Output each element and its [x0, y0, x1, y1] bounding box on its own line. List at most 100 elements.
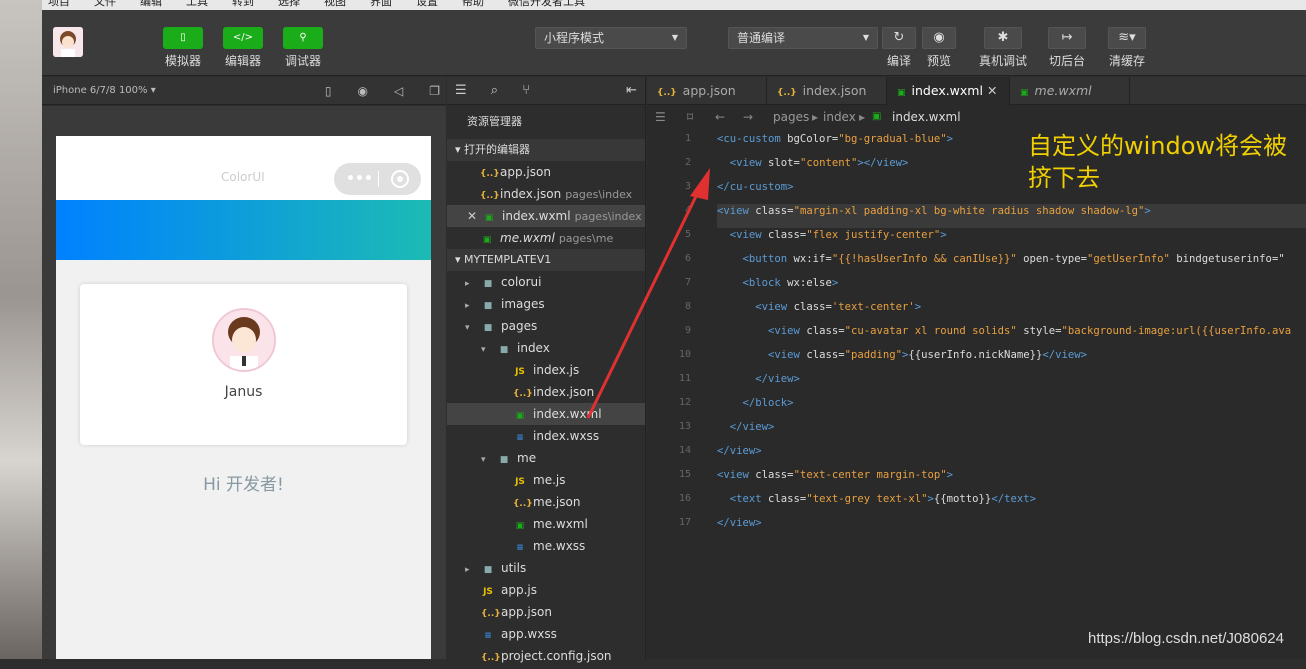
close-miniprogram-icon[interactable]: [391, 170, 409, 188]
tree-item[interactable]: {..}app.json: [447, 601, 645, 623]
editor-tab[interactable]: ▣ me.wxml: [1010, 77, 1130, 105]
wxml-file-icon: ▣: [484, 213, 494, 223]
caret-icon[interactable]: ▸: [465, 273, 481, 295]
user-avatar[interactable]: [53, 27, 83, 57]
caret-icon[interactable]: ▾: [465, 317, 481, 339]
tree-item[interactable]: {..}me.json: [447, 491, 645, 513]
device-select[interactable]: iPhone 6/7/8 100% ▾: [53, 85, 156, 96]
code-line: <view class="margin-xl padding-xl bg-whi…: [717, 205, 1151, 217]
menu-item[interactable]: 帮助: [462, 0, 484, 8]
debugger-button[interactable]: ⚲ 调试器: [283, 27, 323, 69]
search-icon[interactable]: ⌕: [491, 83, 498, 98]
code-line: </cu-custom>: [717, 181, 794, 193]
open-editor-item[interactable]: ✕ ▣ index.wxml pages\index: [447, 205, 645, 227]
editor-tab[interactable]: {..} app.json: [647, 77, 767, 105]
compile-mode-select[interactable]: 普通编译 ▼: [728, 27, 878, 49]
code-line: <cu-custom bgColor="bg-gradual-blue">: [717, 133, 953, 145]
back-icon[interactable]: ←: [715, 105, 725, 129]
code-line: <view class="padding">{{userInfo.nickNam…: [717, 349, 1087, 361]
code-token: >: [946, 469, 954, 481]
bookmark-icon[interactable]: ⌑: [687, 105, 693, 129]
js-file-icon: JS: [515, 477, 525, 487]
capsule-menu[interactable]: •••: [334, 163, 421, 195]
caret-icon[interactable]: ▸: [465, 559, 481, 581]
outline-icon[interactable]: ☰: [655, 105, 666, 129]
tree-item[interactable]: ▾ ■ me: [447, 447, 645, 469]
clear-cache-button[interactable]: ≋▾ 清缓存: [1105, 27, 1149, 69]
menu-item[interactable]: 视图: [324, 0, 346, 8]
menu-item[interactable]: 设置: [416, 0, 438, 8]
more-icon[interactable]: •••: [346, 163, 373, 195]
tree-item[interactable]: ▣ index.wxml: [447, 403, 645, 425]
volume-icon[interactable]: ◁: [394, 84, 403, 98]
caret-icon[interactable]: ▾: [481, 449, 497, 471]
json-file-icon: {..}: [777, 88, 797, 98]
file-name: utils: [501, 561, 527, 575]
editor-button[interactable]: </> 编辑器: [223, 27, 263, 69]
mode-select[interactable]: 小程序模式 ▼: [535, 27, 687, 49]
menu-item[interactable]: 文件: [94, 0, 116, 8]
remote-debug-label: 真机调试: [979, 54, 1028, 68]
tree-item[interactable]: ▣ me.wxml: [447, 513, 645, 535]
tree-item[interactable]: JS me.js: [447, 469, 645, 491]
open-editor-item[interactable]: {..}index.json pages\index: [447, 183, 645, 205]
close-icon[interactable]: ✕: [467, 205, 477, 227]
code-area[interactable]: 1 <cu-custom bgColor="bg-gradual-blue"> 2 …: [647, 129, 1306, 659]
git-branch-icon[interactable]: ⑂: [522, 83, 530, 98]
breadcrumb-item[interactable]: index.wxml: [892, 105, 961, 129]
background-button[interactable]: ↦ 切后台: [1045, 27, 1089, 69]
tree-item[interactable]: ≡ index.wxss: [447, 425, 645, 447]
window-icon[interactable]: ❐: [429, 84, 440, 98]
tree-item[interactable]: ▸ ■ images: [447, 293, 645, 315]
simulator-button[interactable]: ▯ 模拟器: [163, 27, 203, 69]
close-icon[interactable]: ✕: [983, 83, 997, 98]
breadcrumb-item[interactable]: index: [823, 105, 856, 129]
code-token: >: [940, 229, 947, 241]
forward-icon[interactable]: →: [743, 105, 753, 129]
tree-item[interactable]: {..}project.config.json: [447, 645, 645, 667]
wxml-file-icon: ▣: [515, 521, 525, 531]
project-header[interactable]: ▾ MYTEMPLATEV1: [447, 249, 645, 271]
caret-icon[interactable]: ▾: [481, 339, 497, 361]
code-line: </view>: [717, 373, 800, 385]
simulator-area: ColorUI ••• Janus Hi 开发者!: [42, 106, 446, 659]
tree-item[interactable]: JS app.js: [447, 579, 645, 601]
json-file-icon: {..}: [657, 88, 677, 98]
tree-item[interactable]: ▾ ■ index: [447, 337, 645, 359]
tree-item[interactable]: ≡ me.wxss: [447, 535, 645, 557]
menu-item[interactable]: 选择: [278, 0, 300, 8]
preview-button[interactable]: ◉ 预览: [922, 27, 956, 69]
record-icon[interactable]: ◉: [358, 84, 368, 98]
rotate-icon[interactable]: ▯: [325, 84, 332, 98]
simulator-label: 模拟器: [164, 54, 201, 68]
tree-item[interactable]: {..}index.json: [447, 381, 645, 403]
open-editors-header[interactable]: ▾ 打开的编辑器: [447, 139, 645, 161]
tree-item[interactable]: ▸ ■ utils: [447, 557, 645, 579]
menu-item[interactable]: 编辑: [140, 0, 162, 8]
open-editor-item[interactable]: ▣ me.wxml pages\me: [447, 227, 645, 249]
compile-button[interactable]: ↻ 编译: [882, 27, 916, 69]
breadcrumb-item[interactable]: pages: [773, 105, 809, 129]
tree-item[interactable]: JS index.js: [447, 359, 645, 381]
line-number: 11: [678, 373, 691, 384]
remote-debug-button[interactable]: ✱ 真机调试: [979, 27, 1027, 69]
menu-item[interactable]: 项目: [48, 0, 70, 8]
open-editor-item[interactable]: {..}app.json: [447, 161, 645, 183]
menu-item[interactable]: 工具: [186, 0, 208, 8]
tree-item[interactable]: ≡ app.wxss: [447, 623, 645, 645]
code-line: <block wx:else>: [717, 277, 839, 289]
tree-item[interactable]: ▾ ■ pages: [447, 315, 645, 337]
tree-item[interactable]: ▸ ■ colorui: [447, 271, 645, 293]
file-name: index.wxml: [502, 209, 571, 223]
menu-item[interactable]: 转到: [232, 0, 254, 8]
editor-tab[interactable]: {..} index.json: [767, 77, 887, 105]
code-line: <view class="flex justify-center">: [717, 229, 947, 241]
list-icon[interactable]: ☰: [455, 83, 467, 98]
motto-text: Hi 开发者!: [203, 475, 284, 495]
code-token: <view: [755, 301, 794, 313]
menu-item[interactable]: 界面: [370, 0, 392, 8]
editor-tab[interactable]: ▣ index.wxml ✕: [887, 77, 1010, 105]
menu-item[interactable]: 微信开发者工具: [508, 0, 585, 8]
collapse-panel-icon[interactable]: ⇤: [626, 77, 637, 105]
caret-icon[interactable]: ▸: [465, 295, 481, 317]
